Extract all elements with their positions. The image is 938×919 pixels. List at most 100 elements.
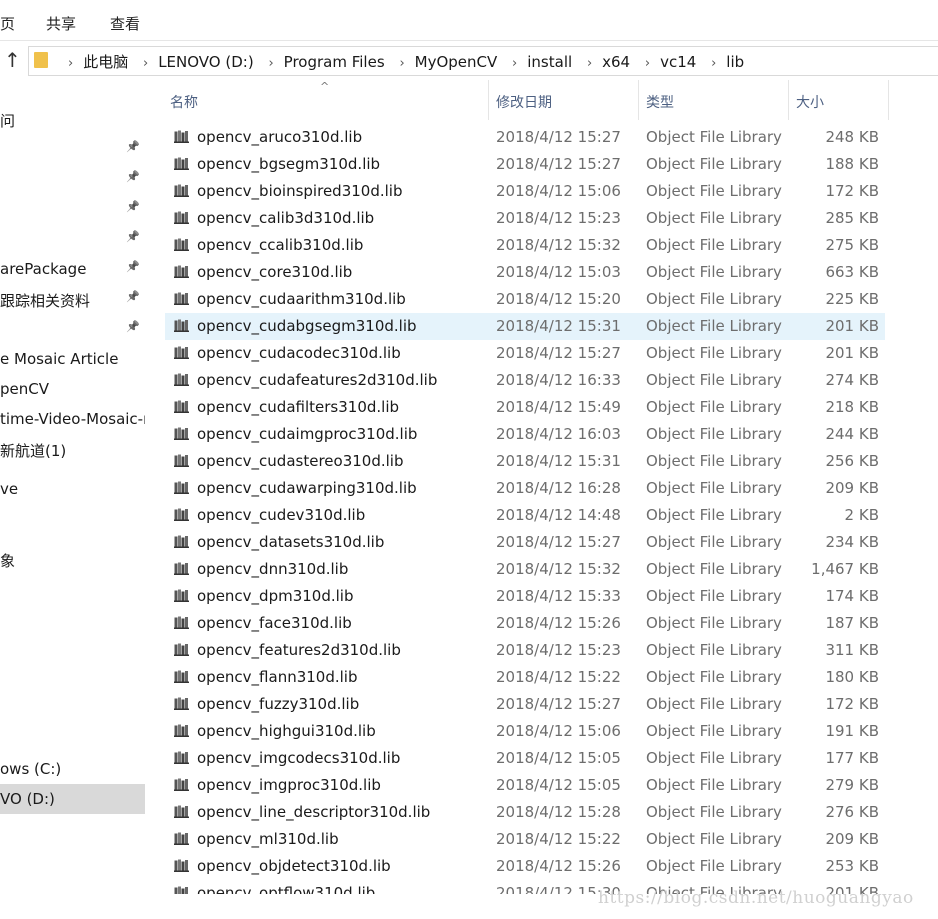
column-divider[interactable] bbox=[888, 80, 889, 120]
column-size[interactable]: 大小 bbox=[796, 92, 824, 112]
column-date-modified[interactable]: 修改日期 bbox=[496, 92, 552, 112]
file-row[interactable]: opencv_face310d.lib 2018/4/12 15:26 Object… bbox=[165, 610, 885, 637]
pin-icon[interactable]: 📌 bbox=[126, 290, 140, 303]
breadcrumb-chevron-icon[interactable]: › bbox=[68, 56, 73, 71]
nav-item[interactable]: penCV bbox=[0, 374, 145, 404]
file-name: opencv_core310d.lib bbox=[197, 263, 353, 281]
ribbon-tab-home[interactable]: 页 bbox=[0, 13, 15, 34]
nav-item[interactable] bbox=[0, 604, 145, 634]
breadcrumb-item[interactable]: vc14 bbox=[660, 53, 696, 71]
pin-icon[interactable]: 📌 bbox=[126, 320, 140, 333]
file-name: opencv_cudaimgproc310d.lib bbox=[197, 425, 418, 443]
nav-item[interactable]: 新航道(1) bbox=[0, 434, 145, 464]
file-row[interactable]: opencv_fuzzy310d.lib 2018/4/12 15:27 Objec… bbox=[165, 691, 885, 718]
breadcrumb-chevron-icon[interactable]: › bbox=[143, 56, 148, 71]
pin-icon[interactable]: 📌 bbox=[126, 140, 140, 153]
nav-item[interactable] bbox=[0, 664, 145, 694]
pin-icon[interactable]: 📌 bbox=[126, 200, 140, 213]
file-row[interactable]: opencv_core310d.lib 2018/4/12 15:03 Object… bbox=[165, 259, 885, 286]
file-row[interactable]: opencv_dnn310d.lib 2018/4/12 15:32 Object … bbox=[165, 556, 885, 583]
file-row[interactable]: opencv_cudawarping310d.lib 2018/4/12 16:2… bbox=[165, 475, 885, 502]
file-row[interactable]: opencv_dpm310d.lib 2018/4/12 15:33 Object … bbox=[165, 583, 885, 610]
file-row[interactable]: opencv_cudastereo310d.lib 2018/4/12 15:31… bbox=[165, 448, 885, 475]
breadcrumb-item[interactable]: MyOpenCV bbox=[415, 53, 498, 71]
breadcrumb-item[interactable]: install bbox=[527, 53, 572, 71]
nav-item[interactable]: ows (C:) bbox=[0, 754, 145, 784]
nav-item[interactable]: 📌 bbox=[0, 134, 145, 164]
breadcrumb-chevron-icon[interactable]: › bbox=[399, 56, 404, 71]
file-row[interactable]: opencv_cudafeatures2d310d.lib 2018/4/12 1… bbox=[165, 367, 885, 394]
breadcrumb-chevron-icon[interactable]: › bbox=[645, 56, 650, 71]
breadcrumb-chevron-icon[interactable]: › bbox=[711, 56, 716, 71]
nav-item[interactable] bbox=[0, 504, 145, 534]
file-row[interactable]: opencv_cudaarithm310d.lib 2018/4/12 15:20… bbox=[165, 286, 885, 313]
file-row[interactable]: opencv_flann310d.lib 2018/4/12 15:22 Objec… bbox=[165, 664, 885, 691]
nav-item[interactable]: VO (D:) bbox=[0, 784, 145, 814]
pin-icon[interactable]: 📌 bbox=[126, 260, 140, 273]
column-divider[interactable] bbox=[788, 80, 789, 120]
file-row[interactable]: opencv_cudev310d.lib 2018/4/12 14:48 Objec… bbox=[165, 502, 885, 529]
nav-item[interactable] bbox=[0, 634, 145, 664]
nav-item[interactable]: arePackage 📌 bbox=[0, 254, 145, 284]
nav-item[interactable] bbox=[0, 574, 145, 604]
file-row[interactable]: opencv_datasets310d.lib 2018/4/12 15:27 Ob… bbox=[165, 529, 885, 556]
file-type: Object File Library bbox=[646, 263, 782, 281]
breadcrumb-item[interactable]: 此电脑 bbox=[83, 53, 128, 71]
nav-item[interactable]: e Mosaic Article bbox=[0, 344, 145, 374]
nav-item[interactable]: 象 bbox=[0, 544, 145, 574]
breadcrumb-chevron-icon[interactable]: › bbox=[512, 56, 517, 71]
file-name: opencv_cudacodec310d.lib bbox=[197, 344, 401, 362]
column-divider[interactable] bbox=[638, 80, 639, 120]
breadcrumb-item[interactable]: x64 bbox=[602, 53, 630, 71]
column-type[interactable]: 类型 bbox=[646, 92, 674, 112]
file-date-modified: 2018/4/12 15:49 bbox=[496, 398, 621, 416]
file-row[interactable]: opencv_imgproc310d.lib 2018/4/12 15:05 Obj… bbox=[165, 772, 885, 799]
file-row[interactable]: opencv_imgcodecs310d.lib 2018/4/12 15:05 O… bbox=[165, 745, 885, 772]
breadcrumb-item[interactable]: Program Files bbox=[284, 53, 385, 71]
file-type: Object File Library bbox=[646, 155, 782, 173]
file-type: Object File Library bbox=[646, 722, 782, 740]
pin-icon[interactable]: 📌 bbox=[126, 230, 140, 243]
file-row[interactable]: opencv_calib3d310d.lib 2018/4/12 15:23 Obj… bbox=[165, 205, 885, 232]
nav-item[interactable]: 问 bbox=[0, 104, 145, 134]
library-file-icon bbox=[174, 589, 189, 602]
breadcrumb-chevron-icon[interactable]: › bbox=[587, 56, 592, 71]
file-name: opencv_cudabgsegm310d.lib bbox=[197, 317, 417, 335]
nav-item[interactable]: 📌 bbox=[0, 194, 145, 224]
file-row[interactable]: opencv_bioinspired310d.lib 2018/4/12 15:0… bbox=[165, 178, 885, 205]
file-size: 276 KB bbox=[825, 803, 879, 821]
nav-item[interactable]: 📌 bbox=[0, 224, 145, 254]
file-name: opencv_datasets310d.lib bbox=[197, 533, 385, 551]
file-row[interactable]: opencv_bgsegm310d.lib 2018/4/12 15:27 Obje… bbox=[165, 151, 885, 178]
nav-item[interactable]: 跟踪相关资料 📌 bbox=[0, 284, 145, 314]
column-name[interactable]: 名称 bbox=[170, 92, 198, 112]
file-row[interactable]: opencv_ml310d.lib 2018/4/12 15:22 Object F… bbox=[165, 826, 885, 853]
breadcrumb-item[interactable]: lib bbox=[726, 53, 744, 71]
file-row[interactable]: opencv_ccalib310d.lib 2018/4/12 15:32 Obje… bbox=[165, 232, 885, 259]
nav-item[interactable]: time-Video-Mosaic-r bbox=[0, 404, 145, 434]
breadcrumb-chevron-icon[interactable]: › bbox=[268, 56, 273, 71]
file-row[interactable]: opencv_line_descriptor310d.lib 2018/4/12 … bbox=[165, 799, 885, 826]
nav-item[interactable] bbox=[0, 694, 145, 724]
column-divider[interactable] bbox=[488, 80, 489, 120]
file-row[interactable]: opencv_cudabgsegm310d.lib 2018/4/12 15:31… bbox=[165, 313, 885, 340]
file-row[interactable]: opencv_aruco310d.lib 2018/4/12 15:27 Objec… bbox=[165, 124, 885, 151]
file-row[interactable]: opencv_cudafilters310d.lib 2018/4/12 15:4… bbox=[165, 394, 885, 421]
nav-item[interactable]: 📌 bbox=[0, 164, 145, 194]
ribbon-tab-share[interactable]: 共享 bbox=[46, 13, 76, 34]
file-date-modified: 2018/4/12 14:48 bbox=[496, 506, 621, 524]
up-arrow-icon[interactable]: ↑ bbox=[4, 50, 21, 70]
breadcrumb-item[interactable]: LENOVO (D:) bbox=[158, 53, 253, 71]
file-date-modified: 2018/4/12 15:32 bbox=[496, 560, 621, 578]
pin-icon[interactable]: 📌 bbox=[126, 170, 140, 183]
ribbon-tab-view[interactable]: 查看 bbox=[110, 13, 140, 34]
nav-item[interactable]: 📌 bbox=[0, 314, 145, 344]
file-row[interactable]: opencv_highgui310d.lib 2018/4/12 15:06 Obj… bbox=[165, 718, 885, 745]
nav-item[interactable] bbox=[0, 724, 145, 754]
nav-item[interactable]: ve bbox=[0, 474, 145, 504]
file-date-modified: 2018/4/12 15:27 bbox=[496, 128, 621, 146]
file-row[interactable]: opencv_cudaimgproc310d.lib 2018/4/12 16:0… bbox=[165, 421, 885, 448]
file-row[interactable]: opencv_cudacodec310d.lib 2018/4/12 15:27 O… bbox=[165, 340, 885, 367]
file-row[interactable]: opencv_features2d310d.lib 2018/4/12 15:23… bbox=[165, 637, 885, 664]
file-row[interactable]: opencv_objdetect310d.lib 2018/4/12 15:26 O… bbox=[165, 853, 885, 880]
